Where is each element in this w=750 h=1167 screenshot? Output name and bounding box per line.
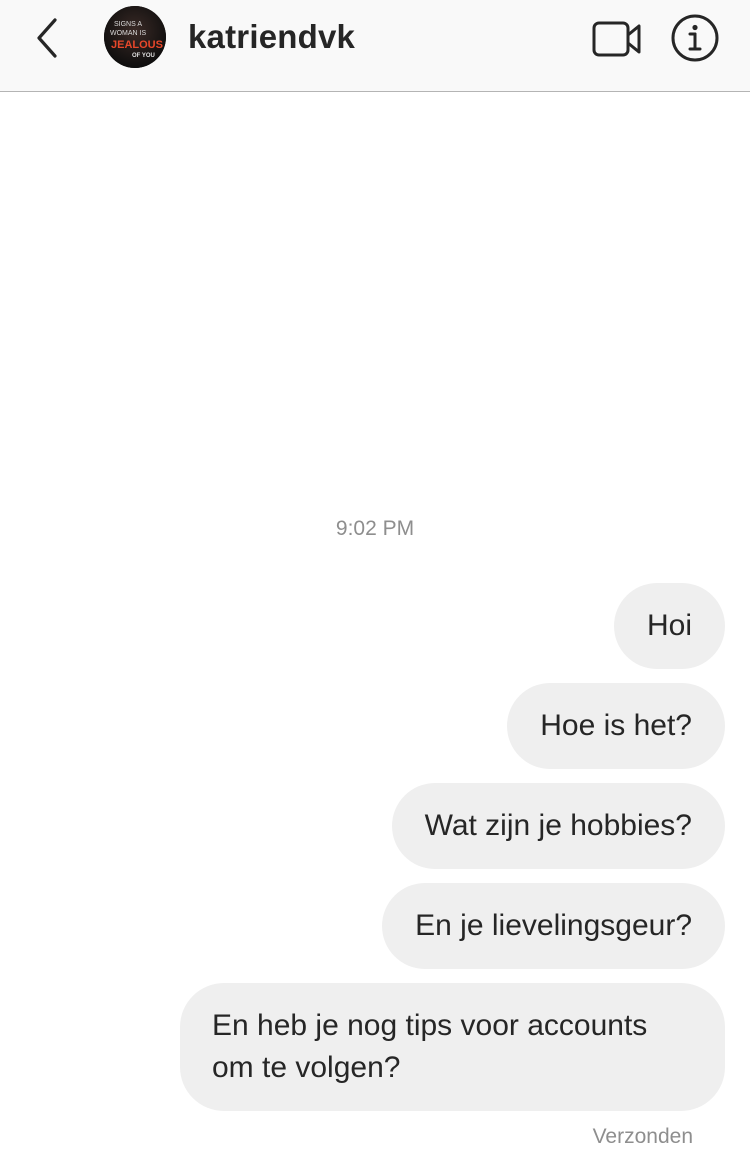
avatar-line-3: JEALOUS <box>111 39 163 51</box>
sent-status: Verzonden <box>592 1125 693 1148</box>
avatar-line-1: SIGNS A <box>114 21 142 28</box>
chevron-left-icon <box>37 18 57 58</box>
message-bubble[interactable]: Hoe is het? <box>507 683 725 769</box>
chat-header: SIGNS A WOMAN IS JEALOUS OF YOU katriend… <box>0 0 750 92</box>
back-button[interactable] <box>22 14 72 64</box>
info-button[interactable] <box>670 13 720 63</box>
message-timestamp: 9:02 PM <box>335 517 415 540</box>
message-bubble[interactable]: Hoi <box>613 583 725 669</box>
avatar[interactable]: SIGNS A WOMAN IS JEALOUS OF YOU <box>104 6 166 68</box>
video-camera-icon <box>592 21 641 57</box>
message-bubble[interactable]: Wat zijn je hobbies? <box>391 783 725 869</box>
chat-username[interactable]: katriendvk <box>188 18 355 56</box>
avatar-line-2: WOMAN IS <box>110 30 146 37</box>
avatar-image: SIGNS A WOMAN IS JEALOUS OF YOU <box>104 6 166 68</box>
video-call-button[interactable] <box>590 14 646 64</box>
avatar-line-4: OF YOU <box>132 53 155 59</box>
message-bubble[interactable]: En heb je nog tips voor accounts om te v… <box>180 983 725 1111</box>
message-bubble[interactable]: En je lievelingsgeur? <box>382 883 725 969</box>
info-icon <box>671 14 719 62</box>
